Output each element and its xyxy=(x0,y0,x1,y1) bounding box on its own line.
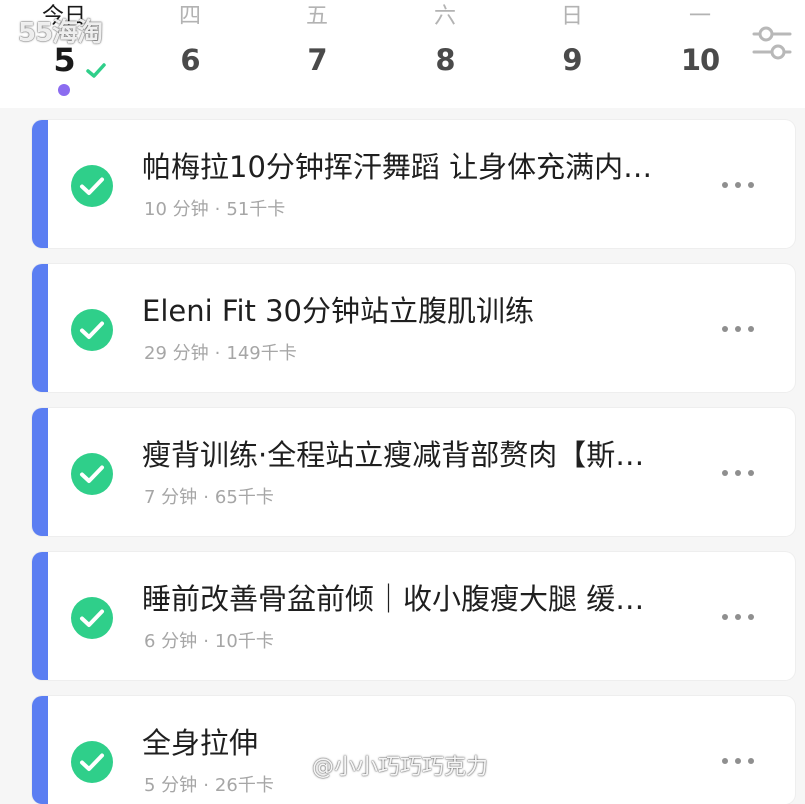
more-dot-icon xyxy=(722,758,728,764)
check-icon xyxy=(86,63,106,78)
day-date-number: 10 xyxy=(680,43,720,77)
workout-duration: 7 分钟 xyxy=(144,487,198,508)
completed-check-icon xyxy=(71,597,113,639)
day-weekday-label: 五 xyxy=(305,4,328,29)
more-options-button[interactable] xyxy=(718,744,758,776)
day-weekday-label: 一 xyxy=(688,4,711,29)
day-saturday[interactable]: 六 8 xyxy=(405,0,485,108)
more-dot-icon xyxy=(722,470,728,476)
workout-calories: 10千卡 xyxy=(214,631,274,652)
filter-button[interactable] xyxy=(748,20,796,68)
more-dot-icon xyxy=(748,326,754,332)
card-accent-bar xyxy=(32,696,48,804)
workout-title: 帕梅拉10分钟挥汗舞蹈 让身体充满内… xyxy=(142,150,653,184)
workout-meta: 6 分钟 · 10千卡 xyxy=(144,630,274,654)
meta-separator: · xyxy=(203,631,209,652)
workout-duration: 29 分钟 xyxy=(144,343,209,364)
more-dot-icon xyxy=(748,758,754,764)
card-accent-bar xyxy=(32,552,48,680)
more-dot-icon xyxy=(722,326,728,332)
workout-card[interactable]: 帕梅拉10分钟挥汗舞蹈 让身体充满内… 10 分钟 · 51千卡 xyxy=(32,120,795,248)
meta-separator: · xyxy=(203,487,209,508)
more-dot-icon xyxy=(722,182,728,188)
card-accent-bar xyxy=(32,264,48,392)
more-dot-icon xyxy=(735,326,741,332)
day-weekday-label: 四 xyxy=(178,4,201,29)
more-dot-icon xyxy=(735,758,741,764)
meta-separator: · xyxy=(203,775,209,796)
workout-meta: 29 分钟 · 149千卡 xyxy=(144,342,297,366)
completed-check-icon xyxy=(71,741,113,783)
workout-title: 瘦背训练·全程站立瘦减背部赘肉【斯… xyxy=(142,438,645,472)
workout-calories: 65千卡 xyxy=(214,487,274,508)
watermark-logo: 55海淘 xyxy=(18,18,103,48)
completed-check-icon xyxy=(71,309,113,351)
more-options-button[interactable] xyxy=(718,600,758,632)
workout-card[interactable]: 全身拉伸 5 分钟 · 26千卡 xyxy=(32,696,795,804)
card-accent-bar xyxy=(32,120,48,248)
workout-card[interactable]: 瘦背训练·全程站立瘦减背部赘肉【斯… 7 分钟 · 65千卡 xyxy=(32,408,795,536)
more-dot-icon xyxy=(735,470,741,476)
workout-meta: 7 分钟 · 65千卡 xyxy=(144,486,274,510)
meta-separator: · xyxy=(214,199,221,220)
workout-meta: 5 分钟 · 26千卡 xyxy=(144,774,274,798)
more-options-button[interactable] xyxy=(718,312,758,344)
card-accent-bar xyxy=(32,408,48,536)
day-friday[interactable]: 五 7 xyxy=(277,0,357,108)
day-weekday-label: 六 xyxy=(433,4,456,29)
sliders-icon xyxy=(752,26,792,60)
more-dot-icon xyxy=(748,470,754,476)
day-date-number: 7 xyxy=(307,43,327,77)
workout-duration: 10 分钟 xyxy=(144,199,209,220)
day-sunday[interactable]: 日 9 xyxy=(532,0,612,108)
workout-calories: 149千卡 xyxy=(226,343,297,364)
day-date-number: 9 xyxy=(562,43,582,77)
day-date-number: 8 xyxy=(435,43,455,77)
day-weekday-label: 日 xyxy=(560,4,583,29)
day-today[interactable]: 今日 5 xyxy=(24,0,106,108)
day-thursday[interactable]: 四 6 xyxy=(150,0,230,108)
more-dot-icon xyxy=(735,182,741,188)
meta-separator: · xyxy=(214,343,221,364)
workout-card[interactable]: Eleni Fit 30分钟站立腹肌训练 29 分钟 · 149千卡 xyxy=(32,264,795,392)
today-indicator-dot xyxy=(58,84,70,96)
day-monday[interactable]: 一 10 xyxy=(660,0,740,108)
workout-calories: 26千卡 xyxy=(214,775,274,796)
week-date-strip: 今日 5 四 6 五 7 六 8 日 9 一 10 55海淘 xyxy=(0,0,805,108)
workout-title: 睡前改善骨盆前倾｜收小腹瘦大腿 缓… xyxy=(142,582,645,616)
completed-check-icon xyxy=(71,453,113,495)
watermark-username: @小小巧巧巧克力 xyxy=(312,755,489,780)
workout-duration: 6 分钟 xyxy=(144,631,198,652)
completed-check-icon xyxy=(71,165,113,207)
more-dot-icon xyxy=(748,182,754,188)
more-dot-icon xyxy=(735,614,741,620)
more-dot-icon xyxy=(748,614,754,620)
more-options-button[interactable] xyxy=(718,456,758,488)
workout-title: Eleni Fit 30分钟站立腹肌训练 xyxy=(142,294,534,328)
more-options-button[interactable] xyxy=(718,168,758,200)
workout-calories: 51千卡 xyxy=(226,199,286,220)
workout-card[interactable]: 睡前改善骨盆前倾｜收小腹瘦大腿 缓… 6 分钟 · 10千卡 xyxy=(32,552,795,680)
workout-duration: 5 分钟 xyxy=(144,775,198,796)
workout-meta: 10 分钟 · 51千卡 xyxy=(144,198,285,222)
more-dot-icon xyxy=(722,614,728,620)
day-date-number: 6 xyxy=(180,43,200,77)
